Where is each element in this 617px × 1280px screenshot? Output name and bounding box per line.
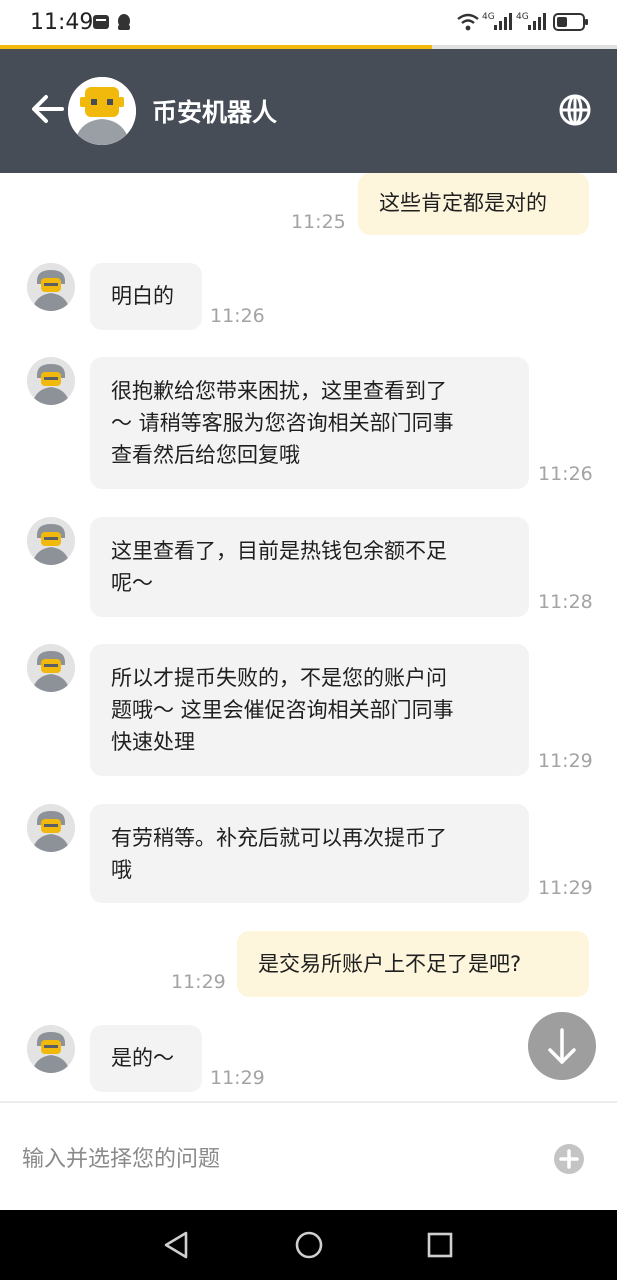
robot-icon (27, 517, 75, 565)
message-input-bar: 输入并选择您的问题 (0, 1101, 617, 1210)
bot-avatar (68, 77, 136, 145)
message-line: 这里查看了，目前是热钱包余额不足 (111, 539, 447, 563)
robot-icon (27, 644, 75, 692)
question-input[interactable]: 输入并选择您的问题 (22, 1141, 220, 1173)
message-text: 这些肯定都是对的 (379, 191, 547, 215)
wifi-icon (456, 12, 480, 36)
message-time: 11:28 (538, 591, 593, 613)
bot-avatar-small (27, 644, 75, 692)
bot-avatar-small (27, 1025, 75, 1073)
message-bubble: 明白的 (90, 263, 202, 330)
message-list[interactable]: 这些肯定都是对的 11:25 明白的 11:26 很抱歉给您带来困扰，这里查看到… (0, 173, 617, 1101)
robot-icon (27, 1025, 75, 1073)
message-incoming: 是的～ 11:29 (0, 1025, 617, 1095)
message-bubble: 有劳稍等。补充后就可以再次提币了 哦 (90, 804, 529, 903)
bot-avatar-small (27, 357, 75, 405)
message-text: 是交易所账户上不足了是吧? (258, 952, 522, 976)
back-arrow-icon[interactable] (30, 93, 64, 129)
globe-icon[interactable] (558, 93, 592, 131)
message-bubble: 所以才提币失败的，不是您的账户问 题哦～ 这里会催促咨询相关部门同事 快速处理 (90, 644, 529, 776)
message-incoming: 很抱歉给您带来困扰，这里查看到了 ～ 请稍等客服为您咨询相关部门同事 查看然后给… (0, 357, 617, 492)
message-incoming: 有劳稍等。补充后就可以再次提币了 哦 11:29 (0, 804, 617, 904)
message-time: 11:26 (210, 305, 265, 327)
message-line: 哦 (111, 858, 132, 882)
message-time: 11:25 (291, 211, 346, 233)
message-time: 11:26 (538, 463, 593, 485)
message-line: 呢～ (111, 571, 153, 595)
message-time: 11:29 (210, 1067, 265, 1089)
robot-icon (27, 263, 75, 311)
chat-title: 币安机器人 (152, 98, 278, 127)
system-navigation-bar (0, 1210, 617, 1280)
message-incoming: 这里查看了，目前是热钱包余额不足 呢～ 11:28 (0, 517, 617, 617)
status-bar: 11:49 4G 4G (0, 0, 617, 46)
battery-icon (553, 12, 589, 36)
qq-notification-icon (115, 13, 133, 37)
message-bubble: 是交易所账户上不足了是吧? (237, 931, 589, 997)
message-line: 查看然后给您回复哦 (111, 443, 300, 467)
bot-avatar-small (27, 517, 75, 565)
signal-strength-icon-2: 4G (516, 10, 548, 36)
app-notification-icon (92, 13, 110, 35)
message-line: ～ 请稍等客服为您咨询相关部门同事 (111, 411, 454, 435)
robot-icon (27, 357, 75, 405)
robot-icon (68, 77, 136, 145)
message-line: 快速处理 (111, 730, 195, 754)
message-time: 11:29 (538, 750, 593, 772)
message-text: 明白的 (111, 284, 174, 308)
bot-avatar-small (27, 804, 75, 852)
svg-text:4G: 4G (516, 12, 529, 22)
arrow-down-icon (548, 1028, 576, 1064)
plus-circle-icon[interactable] (553, 1143, 585, 1179)
message-line: 很抱歉给您带来困扰，这里查看到了 (111, 379, 447, 403)
robot-icon (27, 804, 75, 852)
message-line: 题哦～ 这里会催促咨询相关部门同事 (111, 698, 454, 722)
message-time: 11:29 (538, 877, 593, 899)
status-time: 11:49 (30, 10, 94, 35)
message-time: 11:29 (171, 971, 226, 993)
circle-home-icon[interactable] (294, 1230, 324, 1264)
message-bubble: 这里查看了，目前是热钱包余额不足 呢～ (90, 517, 529, 617)
chat-header: 币安机器人 (0, 49, 617, 173)
message-incoming: 明白的 11:26 (0, 263, 617, 333)
message-bubble: 是的～ (90, 1025, 202, 1092)
message-line: 有劳稍等。补充后就可以再次提币了 (111, 826, 447, 850)
scroll-to-bottom-button[interactable] (528, 1012, 596, 1080)
message-incoming: 所以才提币失败的，不是您的账户问 题哦～ 这里会催促咨询相关部门同事 快速处理 … (0, 644, 617, 779)
svg-text:4G: 4G (482, 12, 495, 22)
square-recents-icon[interactable] (425, 1230, 455, 1264)
message-bubble: 这些肯定都是对的 (358, 173, 589, 235)
message-bubble: 很抱歉给您带来困扰，这里查看到了 ～ 请稍等客服为您咨询相关部门同事 查看然后给… (90, 357, 529, 489)
triangle-back-icon[interactable] (162, 1230, 192, 1264)
message-text: 是的～ (111, 1046, 174, 1070)
signal-strength-icon-1: 4G (482, 10, 514, 36)
bot-avatar-small (27, 263, 75, 311)
message-line: 所以才提币失败的，不是您的账户问 (111, 666, 447, 690)
message-outgoing: 这些肯定都是对的 11:25 (0, 173, 617, 243)
message-outgoing: 是交易所账户上不足了是吧? 11:29 (0, 931, 617, 1001)
